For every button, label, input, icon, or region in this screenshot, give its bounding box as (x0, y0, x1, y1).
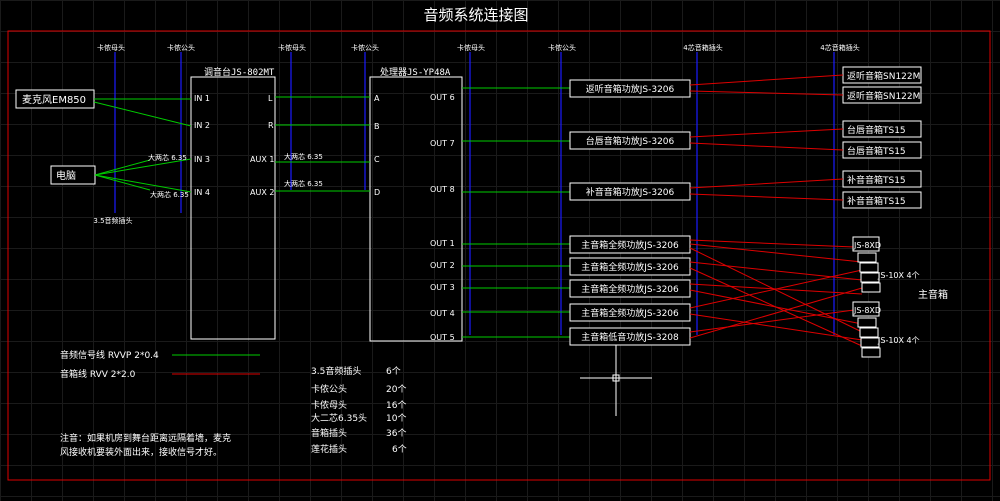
amp-label: 主音箱全频功放JS-3206 (581, 239, 679, 251)
processor-output: OUT 4 (430, 309, 455, 318)
note-line: 注音：如果机房到舞台距离远隔着墙，麦克 (60, 432, 231, 444)
speakers (842, 66, 922, 209)
processor-input: A (374, 94, 380, 103)
plug-lines (114, 52, 835, 335)
amp-label: 主音箱低音功放JS-3208 (581, 331, 679, 343)
mixer-output: AUX 1 (250, 155, 274, 164)
amp-label: 主音箱全频功放JS-3206 (581, 261, 679, 273)
note-line: 风接收机要装外面出来，接收信号才好。 (60, 446, 222, 458)
bom-qty: 36个 (386, 428, 406, 439)
processor-input: B (374, 122, 380, 131)
mixer-output: R (268, 121, 274, 130)
processor-input: C (374, 155, 380, 164)
speaker-label: 补音音箱TS15 (847, 174, 906, 186)
processor-output: OUT 8 (430, 185, 455, 194)
processor-output: OUT 6 (430, 93, 455, 102)
connector-label: 4芯音箱插头 (820, 43, 859, 52)
processor-box (369, 76, 463, 342)
bill-of-materials: 3.5音频插头 6个 卡侬公头 20个 卡侬母头 16个 大二芯6.35头 10… (311, 365, 407, 455)
connector-label: 卡侬母头 (97, 43, 125, 52)
bom-qty: 20个 (386, 384, 406, 395)
jack-label: 3.5音频插头 (93, 216, 132, 225)
diagram-title: 音频系统连接图 (423, 6, 528, 24)
amp-label: 主音箱全频功放JS-3206 (581, 283, 679, 295)
main-sub-label: JS-8XD (853, 241, 881, 250)
processor-output: OUT 3 (430, 283, 455, 292)
bom-qty: 6个 (392, 444, 407, 455)
pc-label: 电脑 (56, 169, 76, 182)
bom-item: 莲花插头 (311, 443, 347, 455)
bom-qty: 10个 (386, 413, 406, 424)
mixer-input: IN 1 (194, 94, 210, 103)
crosshair-cursor-icon (580, 345, 652, 416)
speaker-label: 台唇音箱TS15 (847, 145, 906, 157)
mixer-box (190, 76, 276, 340)
mixer-input: IN 2 (194, 121, 210, 130)
amp-label: 主音箱全频功放JS-3206 (581, 307, 679, 319)
processor-output: OUT 7 (430, 139, 455, 148)
bom-item: 卡侬公头 (311, 383, 347, 395)
connector-label: 卡侬母头 (457, 43, 485, 52)
speaker-lines (689, 74, 863, 347)
processor-output: OUT 1 (430, 239, 455, 248)
main-speaker-label: 主音箱 (918, 288, 948, 301)
bom-item: 大二芯6.35头 (311, 412, 367, 424)
mixer-output: L (268, 94, 273, 103)
main-array-label: JS-10X 4个 (877, 336, 920, 345)
amp-label: 台唇音箱功放JS-3206 (586, 135, 675, 147)
bom-item: 卡侬母头 (311, 399, 347, 411)
amplifiers (569, 79, 691, 346)
cable-label: 大两芯 6.35 (284, 179, 323, 188)
cable-label: 大两芯 6.35 (150, 190, 189, 199)
connector-label: 4芯音箱插头 (683, 43, 722, 52)
connector-label: 卡侬母头 (278, 43, 306, 52)
wiring-diagram: 音频系统连接图 卡侬母头 卡侬公头 卡侬母头 卡侬公头 卡侬母头 卡侬公头 4芯… (7, 6, 991, 481)
legend-signal-label: 音频信号线 RVVP 2*0.4 (60, 349, 159, 361)
mixer-input: IN 4 (194, 188, 210, 197)
mixer-title: 调音台JS-802MT (204, 66, 275, 78)
bom-qty: 16个 (386, 400, 406, 411)
mic-label: 麦克风EM850 (22, 94, 86, 106)
speaker-label: 返听音箱SN122M (847, 90, 920, 102)
main-array-label: JS-10X 4个 (877, 271, 920, 280)
speaker-label: 补音音箱TS15 (847, 195, 906, 207)
signal-lines (93, 87, 570, 338)
bom-item: 音箱插头 (311, 427, 347, 439)
processor-output: OUT 2 (430, 261, 455, 270)
processor-title: 处理器JS-YP48A (380, 66, 451, 78)
mixer-output: AUX 2 (250, 188, 274, 197)
connector-label: 卡侬公头 (351, 43, 379, 52)
cable-label: 大两芯 6.35 (284, 152, 323, 161)
speaker-label: 台唇音箱TS15 (847, 124, 906, 136)
diagram-canvas: 音频系统连接图 卡侬母头 卡侬公头 卡侬母头 卡侬公头 卡侬母头 卡侬公头 4芯… (0, 0, 1000, 501)
speaker-label: 返听音箱SN122M (847, 70, 920, 82)
cable-label: 大两芯 6.35 (148, 153, 187, 162)
processor-input: D (374, 188, 380, 197)
processor-output: OUT 5 (430, 333, 455, 342)
amp-label: 补音音箱功放JS-3206 (586, 186, 675, 198)
bom-item: 3.5音频插头 (311, 365, 361, 377)
legend-speaker-label: 音箱线 RVV 2*2.0 (60, 368, 136, 380)
mixer-input: IN 3 (194, 155, 210, 164)
amp-label: 返听音箱功放JS-3206 (586, 83, 675, 95)
connector-label: 卡侬公头 (167, 43, 195, 52)
main-sub-label: JS-8XD (853, 306, 881, 315)
bom-qty: 6个 (386, 366, 401, 377)
connector-label: 卡侬公头 (548, 43, 576, 52)
